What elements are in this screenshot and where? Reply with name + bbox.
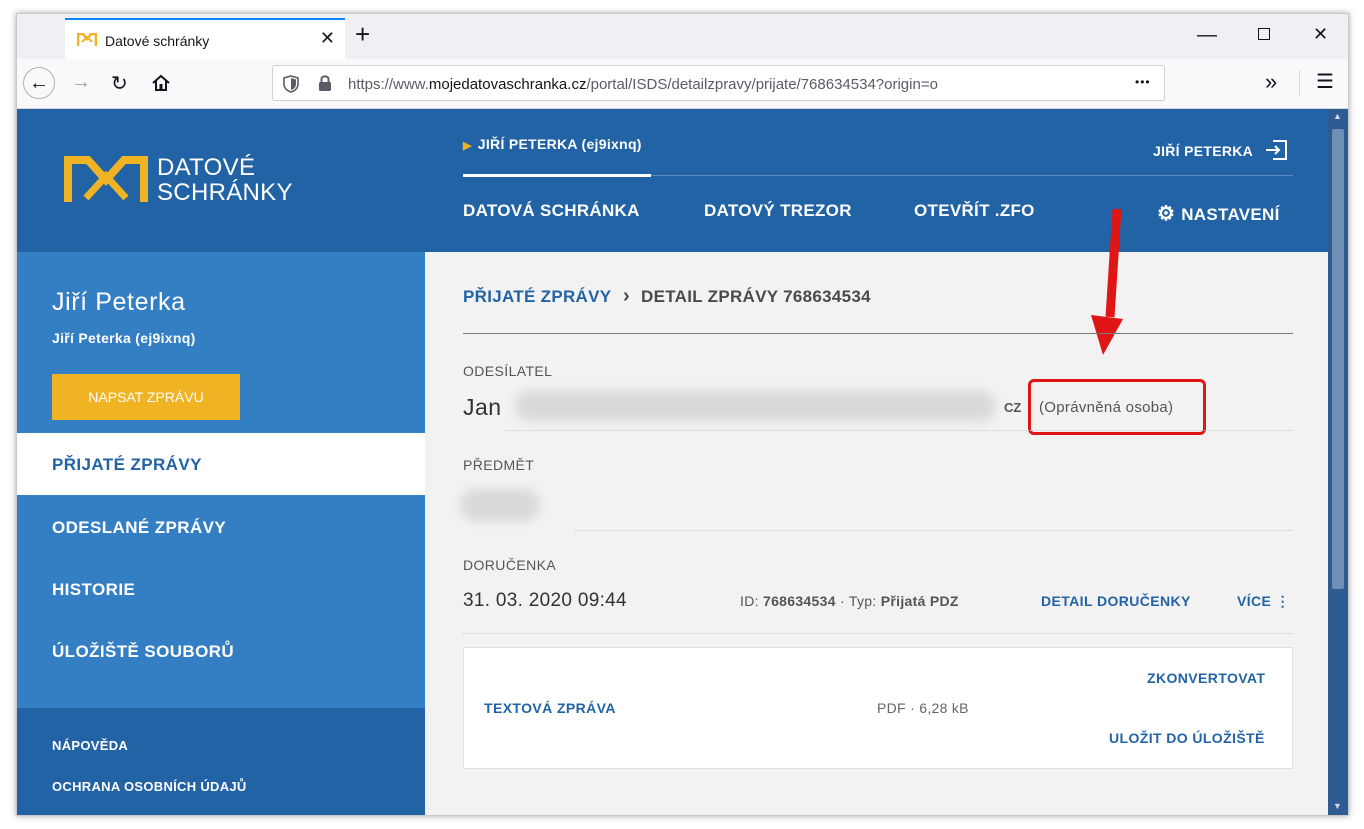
compose-message-button[interactable]: NAPSAT ZPRÁVU [52,374,240,420]
logout-icon[interactable] [1265,140,1287,160]
datove-schranky-logo-icon[interactable] [64,156,148,204]
tab-title: Datové schránky [105,33,210,49]
attachment-name-link[interactable]: TEXTOVÁ ZPRÁVA [484,700,616,716]
scroll-up-icon[interactable]: ▲ [1333,111,1342,121]
title-divider [463,333,1293,334]
save-to-storage-link[interactable]: ULOŽIT DO ÚLOŽIŠTĚ [1109,730,1265,746]
sidebar: Jiří Peterka Jiří Peterka (ej9ixnq) NAPS… [17,252,425,815]
sender-label: ODESÍLATEL [463,363,553,379]
datove-schranky-favicon [77,33,97,46]
new-tab-icon[interactable]: + [355,21,370,47]
receipt-detail-link[interactable]: DETAIL DORUČENKY [1041,593,1191,609]
sidebar-item-received[interactable]: PŘIJATÉ ZPRÁVY [52,455,202,475]
shield-icon[interactable] [283,75,299,93]
attachment-info: PDF · 6,28 kB [877,700,969,716]
nav-datovy-trezor[interactable]: DATOVÝ TREZOR [704,201,852,221]
sidebar-item-privacy[interactable]: OCHRANA OSOBNÍCH ÚDAJŮ [52,779,247,794]
back-icon[interactable]: ← [23,67,55,99]
nav-otevrit-zfo[interactable]: OTEVŘÍT .ZFO [914,201,1035,221]
lock-icon[interactable] [318,74,332,92]
browser-window: Datové schránky ✕ + — ✕ ← → ↻ https://ww… [16,13,1349,816]
convert-link[interactable]: ZKONVERTOVAT [1147,670,1265,686]
browser-toolbar: ← → ↻ https://www.mojedatovaschranka.cz/… [17,59,1348,109]
current-box-label: JIŘÍ PETERKA (ej9ixnq) [477,136,642,152]
type-label: · Typ: [839,593,877,609]
user-name: JIŘÍ PETERKA [1153,143,1253,159]
sidebar-footer: NÁPOVĚDA OCHRANA OSOBNÍCH ÚDAJŮ [17,708,425,815]
annotation-arrow-icon [1091,209,1123,355]
message-type: Přijatá PDZ [880,593,959,609]
current-box-selector[interactable]: ▶ JIŘÍ PETERKA (ej9ixnq) [463,136,642,152]
scrollbar-thumb[interactable] [1332,129,1344,589]
receipt-meta: ID: 768634534 · Typ: Přijatá PDZ [740,593,959,609]
sidebar-item-help[interactable]: NÁPOVĚDA [52,738,128,753]
sender-name-redacted [515,391,995,421]
minimize-icon[interactable]: — [1197,24,1217,47]
sidebar-box-id: Jiří Peterka (ej9ixnq) [52,330,196,346]
tab-strip: Datové schránky ✕ + — ✕ [17,14,1348,59]
receipt-divider [463,633,1293,634]
sender-country: CZ [1004,400,1022,415]
receipt-date: 31. 03. 2020 09:44 [463,590,627,611]
settings-label: NASTAVENÍ [1181,205,1280,224]
home-icon[interactable] [151,73,171,93]
scroll-down-icon[interactable]: ▼ [1333,801,1342,811]
sidebar-item-storage[interactable]: ÚLOŽIŠTĚ SOUBORŮ [52,642,234,662]
maximize-icon[interactable] [1258,28,1270,40]
breadcrumb-chevron-icon: › [623,285,630,307]
page-actions-icon[interactable]: ••• [1135,75,1151,89]
subject-redacted [461,489,539,521]
url-domain: mojedatovaschranka.cz [428,76,587,93]
receipt-label: DORUČENKA [463,557,557,573]
overflow-menu-icon[interactable]: » [1265,69,1277,95]
forward-icon[interactable]: → [71,71,91,94]
more-label: VÍCE [1237,593,1272,609]
vertical-dots-icon: ⋮ [1275,593,1290,609]
attachment-card: TEXTOVÁ ZPRÁVA PDF · 6,28 kB ZKONVERTOVA… [463,647,1293,769]
active-box-indicator [463,174,651,177]
url-path: /portal/ISDS/detailzpravy/prijate/768634… [586,76,938,93]
subject-label: PŘEDMĚT [463,457,535,473]
url-text[interactable]: https://www.mojedatovaschranka.cz/portal… [348,76,938,93]
user-logout[interactable]: JIŘÍ PETERKA [1153,136,1287,160]
sidebar-item-history[interactable]: HISTORIE [52,580,135,600]
logo-line1: DATOVÉ [157,154,256,181]
site-header: DATOVÉ SCHRÁNKY ▶ JIŘÍ PETERKA (ej9ixnq) … [17,109,1328,355]
more-menu-button[interactable]: VÍCE ⋮ [1237,593,1290,610]
nav-settings[interactable]: ⚙ NASTAVENÍ [1157,201,1280,226]
url-bar[interactable]: https://www.mojedatovaschranka.cz/portal… [272,65,1165,101]
toolbar-divider [1299,70,1300,96]
subject-divider [575,530,1293,531]
nav-datova-schranka[interactable]: DATOVÁ SCHRÁNKA [463,201,640,221]
browser-tab[interactable]: Datové schránky ✕ [65,18,345,59]
close-tab-icon[interactable]: ✕ [320,28,335,49]
id-label: ID: [740,593,759,609]
sender-first-name: Jan [463,394,502,420]
sidebar-item-sent[interactable]: ODESLANÉ ZPRÁVY [52,518,226,538]
reload-icon[interactable]: ↻ [111,71,128,96]
logo-line2: SCHRÁNKY [157,179,293,206]
breadcrumb-received[interactable]: PŘIJATÉ ZPRÁVY [463,287,611,307]
sidebar-user-name: Jiří Peterka [52,288,186,316]
url-prefix: https://www. [348,76,429,93]
logo-text[interactable]: DATOVÉ SCHRÁNKY [157,155,293,205]
gear-icon: ⚙ [1157,203,1176,225]
sender-divider [505,430,1293,431]
close-window-icon[interactable]: ✕ [1313,24,1328,45]
triangle-right-icon: ▶ [463,140,472,152]
page-title: DETAIL ZPRÁVY 768634534 [641,287,871,306]
page-scrollbar[interactable]: ▲ ▼ [1328,109,1348,815]
message-id: 768634534 [763,593,836,609]
hamburger-menu-icon[interactable]: ☰ [1316,69,1334,94]
annotation-highlight-box [1028,379,1206,435]
web-page: DATOVÉ SCHRÁNKY ▶ JIŘÍ PETERKA (ej9ixnq) … [17,109,1328,815]
